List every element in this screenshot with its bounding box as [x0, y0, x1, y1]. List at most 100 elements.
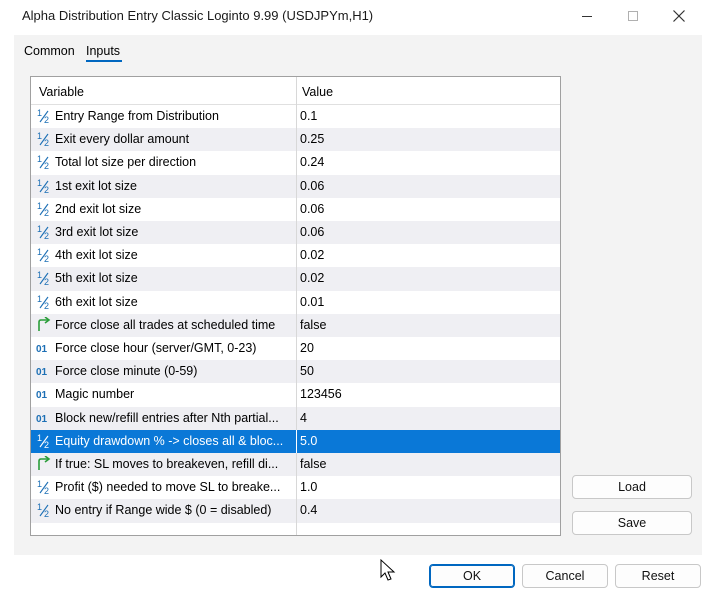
table-row[interactable]: 1 2 Total lot size per direction 0.24: [31, 151, 560, 175]
variable-value[interactable]: 4: [300, 411, 307, 425]
row-column-separator: [296, 337, 297, 361]
tab-common[interactable]: Common: [24, 44, 75, 58]
table-row[interactable]: 1 2 Exit every dollar amount 0.25: [31, 128, 560, 152]
svg-text:2: 2: [44, 115, 49, 124]
svg-text:01: 01: [36, 344, 48, 355]
fraction-type-icon: 12: [36, 154, 52, 170]
integer-type-icon: 01: [36, 340, 52, 356]
fraction-type-icon: 12: [36, 270, 52, 286]
table-row[interactable]: 1 2 2nd exit lot size 0.06: [31, 197, 560, 221]
svg-text:1: 1: [37, 131, 42, 141]
variable-name: Entry Range from Distribution: [55, 109, 219, 123]
variable-name: Force close all trades at scheduled time: [55, 317, 276, 332]
table-row[interactable]: 1 2 5th exit lot size 0.02: [31, 267, 560, 291]
maximize-button[interactable]: [610, 0, 656, 32]
load-button[interactable]: Load: [572, 475, 692, 499]
svg-text:2: 2: [44, 161, 49, 170]
variable-value[interactable]: 1.0: [300, 480, 317, 494]
integer-type-icon: 01: [36, 386, 52, 402]
variable-value[interactable]: 5.0: [300, 434, 317, 448]
row-column-separator: [296, 453, 297, 477]
variable-value[interactable]: false: [300, 318, 326, 332]
variable-value[interactable]: 0.1: [300, 109, 317, 123]
svg-text:2: 2: [44, 208, 49, 217]
row-column-separator: [296, 383, 297, 407]
mouse-cursor-icon: [380, 559, 396, 581]
row-column-separator: [296, 174, 297, 198]
variable-value[interactable]: 0.25: [300, 132, 324, 146]
variable-value[interactable]: 0.06: [300, 202, 324, 216]
svg-text:01: 01: [36, 367, 48, 378]
table-row[interactable]: 1 2 Entry Range from Distribution 0.1: [31, 105, 560, 129]
svg-text:2: 2: [44, 254, 49, 263]
fraction-type-icon: 12: [36, 108, 52, 124]
boolean-type-icon: [36, 456, 52, 472]
table-row[interactable]: 1 2 6th exit lot size 0.01: [31, 290, 560, 314]
table-row[interactable]: 1 2 3rd exit lot size 0.06: [31, 221, 560, 245]
table-row[interactable]: If true: SL moves to breakeven, refill d…: [31, 453, 560, 477]
variable-value[interactable]: 0.24: [300, 155, 324, 169]
save-button[interactable]: Save: [572, 511, 692, 535]
table-row[interactable]: 1 2 Profit ($) needed to move SL to breake…: [31, 476, 560, 500]
row-column-separator: [296, 313, 297, 337]
row-column-separator: [296, 267, 297, 291]
table-row[interactable]: 01 Block new/refill entries after Nth par…: [31, 406, 560, 430]
background-strip: [0, 588, 702, 600]
close-button[interactable]: [656, 0, 702, 32]
variable-name: 2nd exit lot size: [55, 201, 142, 216]
variable-value[interactable]: 0.06: [300, 179, 324, 193]
reset-button[interactable]: Reset: [615, 564, 701, 588]
maximize-icon: [628, 11, 638, 21]
row-column-separator: [296, 290, 297, 314]
variable-name: Force close hour (server/GMT, 0-23): [55, 341, 257, 355]
svg-text:1: 1: [37, 479, 42, 489]
table-row[interactable]: 1 2 Equity drawdown % -> closes all & bloc…: [31, 429, 560, 453]
variable-name: Equity drawdown % -> closes all & bloc..…: [55, 433, 284, 448]
variable-value[interactable]: 50: [300, 364, 314, 378]
variable-name: Total lot size per direction: [55, 155, 197, 170]
svg-text:2: 2: [44, 440, 49, 449]
minimize-button[interactable]: [564, 0, 610, 32]
variable-value[interactable]: 123456: [300, 387, 342, 401]
variable-name: 3rd exit lot size: [55, 225, 139, 239]
fraction-type-icon: 12: [36, 433, 52, 449]
table-row[interactable]: 1 2 No entry if Range wide $ (0 = disabled…: [31, 499, 560, 523]
variable-value[interactable]: 0.06: [300, 225, 324, 239]
cancel-button[interactable]: Cancel: [522, 564, 608, 588]
fraction-type-icon: 12: [36, 201, 52, 217]
fraction-type-icon: 12: [36, 178, 52, 194]
variable-value[interactable]: 0.02: [300, 248, 324, 262]
inputs-grid[interactable]: Variable Value 1 2 Entry Range from Distri…: [30, 76, 561, 536]
table-row[interactable]: 1 2 1st exit lot size 0.06: [31, 174, 560, 198]
table-row[interactable]: Force close all trades at scheduled time…: [31, 313, 560, 337]
minimize-icon: [582, 16, 592, 17]
variable-name: 1st exit lot size: [55, 178, 137, 193]
table-row[interactable]: 1 2 4th exit lot size 0.02: [31, 244, 560, 268]
svg-text:01: 01: [36, 390, 48, 401]
row-column-separator: [296, 244, 297, 268]
variable-value[interactable]: false: [300, 457, 326, 471]
table-row[interactable]: 01 Force close hour (server/GMT, 0-23) 20: [31, 337, 560, 361]
ok-button[interactable]: OK: [429, 564, 515, 588]
row-column-separator: [296, 476, 297, 500]
variable-value[interactable]: 0.02: [300, 271, 324, 285]
column-header-variable[interactable]: Variable: [39, 85, 84, 99]
tab-inputs[interactable]: Inputs: [86, 44, 120, 58]
svg-text:1: 1: [37, 154, 42, 164]
variable-name: If true: SL moves to breakeven, refill d…: [55, 457, 279, 471]
variable-value[interactable]: 0.4: [300, 503, 317, 517]
fraction-type-icon: 12: [36, 294, 52, 310]
variable-name: 4th exit lot size: [55, 248, 138, 263]
variable-name: 5th exit lot size: [55, 271, 138, 286]
svg-text:1: 1: [37, 224, 42, 234]
integer-type-icon: 01: [36, 363, 52, 379]
column-header-value[interactable]: Value: [302, 85, 333, 99]
svg-text:2: 2: [44, 509, 49, 518]
variable-value[interactable]: 20: [300, 341, 314, 355]
table-row[interactable]: 01 Force close minute (0-59) 50: [31, 360, 560, 384]
table-row[interactable]: 01 Magic number 123456: [31, 383, 560, 407]
variable-name: No entry if Range wide $ (0 = disabled): [55, 503, 272, 518]
variable-value[interactable]: 0.01: [300, 295, 324, 309]
svg-text:1: 1: [37, 270, 42, 280]
svg-text:2: 2: [44, 231, 49, 240]
